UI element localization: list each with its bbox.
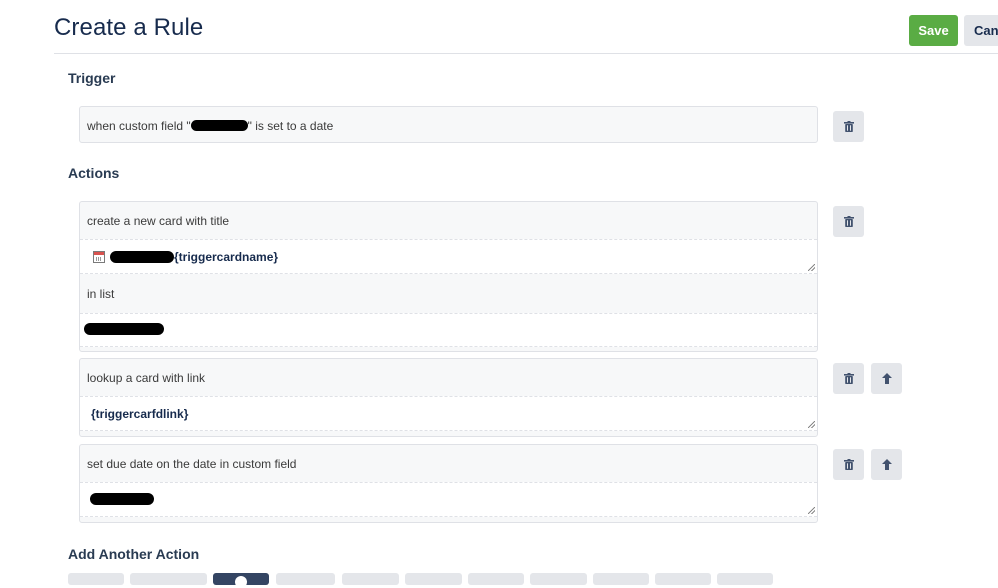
arrow-up-icon <box>881 459 892 470</box>
add-action-heading: Add Another Action <box>68 546 200 562</box>
trash-icon <box>843 459 854 470</box>
action-type-tab[interactable] <box>593 573 649 585</box>
page-title: Create a Rule <box>54 14 204 41</box>
create-card-label: create a new card with title <box>87 214 230 228</box>
resize-handle[interactable] <box>808 421 815 428</box>
redacted-field-name <box>190 120 248 131</box>
calendar-icon <box>93 251 105 263</box>
trigger-heading: Trigger <box>68 70 116 86</box>
action-set-due-date: set due date on the date in custom field <box>79 444 818 523</box>
action-lookup-card: lookup a card with link {triggercarfdlin… <box>79 358 818 437</box>
trash-icon <box>843 373 854 384</box>
redacted-title-prefix <box>110 251 174 263</box>
card-link-value: {triggercarfdlink} <box>91 407 189 421</box>
card-title-value: {triggercardname} <box>174 250 279 264</box>
action-type-tab[interactable] <box>405 573 462 585</box>
delete-create-card-button[interactable] <box>833 206 864 237</box>
set-due-label: set due date on the date in custom field <box>87 457 297 471</box>
trigger-text-before: when custom field " <box>87 119 191 133</box>
tab-icon <box>235 576 247 588</box>
action-type-tab[interactable] <box>276 573 335 585</box>
in-list-label: in list <box>87 287 115 301</box>
resize-handle[interactable] <box>808 264 815 271</box>
action-type-tab[interactable] <box>530 573 587 585</box>
delete-lookup-card-button[interactable] <box>833 363 864 394</box>
move-up-lookup-card-button[interactable] <box>871 363 902 394</box>
card-title-field[interactable]: {triggercardname} <box>80 239 817 274</box>
trigger-text-after: " is set to a date <box>247 119 334 133</box>
action-type-tab[interactable] <box>468 573 524 585</box>
move-up-set-due-button[interactable] <box>871 449 902 480</box>
card-link-field[interactable]: {triggercarfdlink} <box>80 396 817 431</box>
header-divider <box>54 53 998 54</box>
action-type-tab[interactable] <box>68 573 124 585</box>
lookup-card-label: lookup a card with link <box>87 371 206 385</box>
action-create-card: create a new card with title {triggercar… <box>79 201 818 352</box>
trigger-box[interactable]: when custom field " " is set to a date <box>79 106 818 143</box>
action-type-tab[interactable] <box>342 573 399 585</box>
resize-handle[interactable] <box>808 507 815 514</box>
action-type-tab[interactable] <box>655 573 711 585</box>
actions-heading: Actions <box>68 165 120 181</box>
action-type-tab[interactable] <box>130 573 207 585</box>
redacted-list-name <box>84 323 164 335</box>
delete-trigger-button[interactable] <box>833 111 864 142</box>
trigger-text: when custom field " " is set to a date <box>87 119 333 133</box>
trash-icon <box>843 121 854 132</box>
delete-set-due-button[interactable] <box>833 449 864 480</box>
arrow-up-icon <box>881 373 892 384</box>
action-type-tab[interactable] <box>717 573 773 585</box>
cancel-button[interactable]: Can <box>964 15 998 46</box>
list-name-field[interactable] <box>80 313 817 347</box>
redacted-custom-field <box>90 493 154 505</box>
trash-icon <box>843 216 854 227</box>
custom-field-name-field[interactable] <box>80 482 817 517</box>
action-type-tab-active[interactable] <box>213 573 269 588</box>
save-button[interactable]: Save <box>909 15 958 46</box>
